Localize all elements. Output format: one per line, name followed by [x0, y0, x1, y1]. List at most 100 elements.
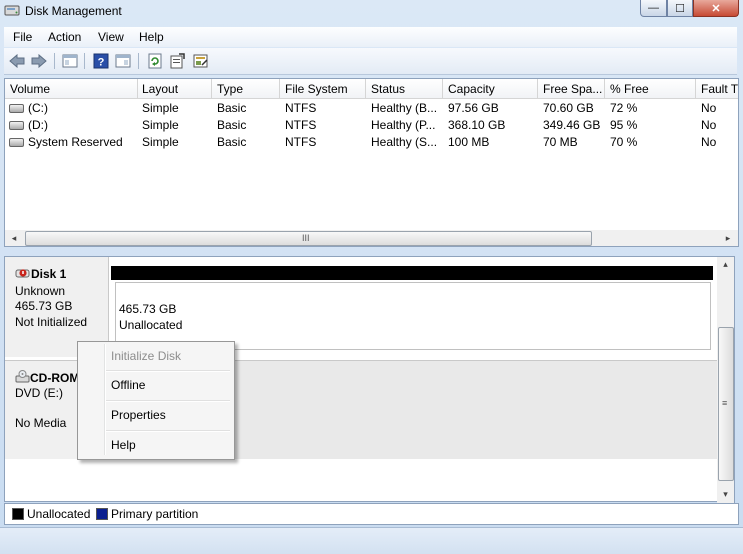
percent-free-cell: 95 % [610, 118, 638, 132]
volume-name: System Reserved [28, 135, 123, 149]
scroll-up-icon[interactable]: ▴ [720, 259, 731, 270]
export-icon[interactable] [192, 52, 210, 70]
column-header-type[interactable]: Type [212, 79, 280, 98]
percent-free-cell: 72 % [610, 101, 638, 115]
volume-list: Volume Layout Type File System Status Ca… [4, 78, 739, 231]
maximize-icon: ☐ [675, 2, 685, 15]
cd-rom-drive: DVD (E:) [15, 386, 63, 400]
help-icon[interactable]: ? [92, 52, 110, 70]
volume-name: (C:) [28, 101, 48, 115]
column-header-layout[interactable]: Layout [137, 79, 212, 98]
horizontal-scrollbar[interactable]: ◂ III ▸ [4, 230, 739, 247]
close-icon: ✕ [711, 2, 721, 15]
layout-cell: Simple [142, 135, 179, 149]
volume-list-header: Volume Layout Type File System Status Ca… [5, 79, 738, 99]
svg-text:?: ? [98, 57, 105, 69]
capacity-cell: 97.56 GB [448, 101, 499, 115]
scroll-left-icon[interactable]: ◂ [8, 232, 20, 244]
toolbar-separator [138, 53, 139, 69]
menu-item-offline[interactable]: Offline [80, 374, 230, 396]
drive-icon [9, 104, 24, 113]
scroll-grip: ≡ [722, 398, 728, 408]
disk-context-menu: Initialize Disk Offline Properties Help [77, 341, 235, 460]
vertical-scroll-thumb[interactable]: ≡ [718, 327, 734, 481]
file-system-cell: NTFS [285, 118, 317, 132]
column-header-free-space[interactable]: Free Spa... [538, 79, 605, 98]
volume-name: (D:) [28, 118, 48, 132]
maximize-button[interactable]: ☐ [667, 0, 693, 17]
back-arrow-icon[interactable] [8, 52, 26, 70]
scroll-right-icon[interactable]: ▸ [722, 232, 734, 244]
scroll-grip: III [302, 233, 310, 243]
file-system-cell: NTFS [285, 135, 317, 149]
free-space-cell: 70 MB [543, 135, 578, 149]
column-header-fault-tolerance[interactable]: Fault T [696, 79, 738, 98]
title-bar[interactable]: Disk Management — ☐ ✕ [0, 0, 743, 22]
caption-buttons: — ☐ ✕ [640, 0, 739, 17]
menu-file[interactable]: File [13, 30, 32, 44]
minimize-button[interactable]: — [640, 0, 667, 17]
status-bar [0, 527, 743, 554]
window-title: Disk Management [25, 4, 122, 18]
menu-separator [106, 370, 230, 372]
fault-tolerance-cell: No [701, 135, 717, 149]
show-action-pane-icon[interactable] [114, 52, 132, 70]
menu-help[interactable]: Help [139, 30, 164, 44]
type-cell: Basic [217, 135, 247, 149]
volume-row[interactable]: System Reserved Simple Basic NTFS Health… [5, 134, 738, 151]
scroll-down-icon[interactable]: ▾ [720, 489, 731, 500]
forward-arrow-icon[interactable] [30, 52, 48, 70]
cd-rom-media: No Media [15, 416, 67, 430]
vertical-scrollbar[interactable]: ▴ ≡ ▾ [717, 256, 735, 504]
menu-action[interactable]: Action [48, 30, 81, 44]
column-header-file-system[interactable]: File System [280, 79, 366, 98]
free-space-cell: 70.60 GB [543, 101, 594, 115]
properties-icon[interactable] [168, 52, 186, 70]
menu-separator [106, 400, 230, 402]
disk-1-title: Disk 1 [15, 267, 66, 281]
type-cell: Basic [217, 101, 247, 115]
status-cell: Healthy (P... [371, 118, 436, 132]
disk-1-name: Disk 1 [31, 267, 67, 281]
volume-cell: System Reserved [9, 134, 123, 151]
column-header-percent-free[interactable]: % Free [605, 79, 696, 98]
partition-label: Unallocated [119, 318, 183, 332]
refresh-icon[interactable] [146, 52, 164, 70]
column-header-status[interactable]: Status [366, 79, 443, 98]
layout-cell: Simple [142, 101, 179, 115]
menu-item-properties[interactable]: Properties [80, 404, 230, 426]
fault-tolerance-cell: No [701, 101, 717, 115]
cd-rom-title: CD-ROM [15, 370, 79, 385]
drive-icon [9, 121, 24, 130]
legend-primary-partition: Primary partition [111, 507, 199, 521]
primary-partition-swatch [96, 508, 108, 520]
status-cell: Healthy (B... [371, 101, 438, 115]
fault-tolerance-cell: No [701, 118, 717, 132]
menu-view[interactable]: View [98, 30, 124, 44]
toolbar: ? [4, 48, 737, 75]
show-hide-console-tree-icon[interactable] [61, 52, 79, 70]
toolbar-separator [84, 53, 85, 69]
volume-cell: (C:) [9, 100, 48, 117]
capacity-cell: 368.10 GB [448, 118, 506, 132]
unallocated-bar [111, 266, 713, 280]
minimize-icon: — [648, 2, 659, 14]
partition-size: 465.73 GB [119, 302, 177, 316]
horizontal-scroll-thumb[interactable]: III [25, 231, 592, 246]
unallocated-partition[interactable]: 465.73 GB Unallocated [115, 282, 711, 350]
disk-management-icon [4, 5, 20, 16]
type-cell: Basic [217, 118, 247, 132]
column-header-volume[interactable]: Volume [5, 79, 138, 98]
menu-item-initialize-disk[interactable]: Initialize Disk [80, 345, 230, 367]
uninitialized-disk-icon [15, 269, 30, 278]
menu-item-help[interactable]: Help [80, 434, 230, 456]
unallocated-swatch [12, 508, 24, 520]
volume-cell: (D:) [9, 117, 48, 134]
toolbar-separator [54, 53, 55, 69]
file-system-cell: NTFS [285, 101, 317, 115]
close-button[interactable]: ✕ [693, 0, 739, 17]
column-header-capacity[interactable]: Capacity [443, 79, 538, 98]
volume-row[interactable]: (D:) Simple Basic NTFS Healthy (P... 368… [5, 117, 738, 134]
legend: Unallocated Primary partition [4, 503, 739, 525]
volume-row[interactable]: (C:) Simple Basic NTFS Healthy (B... 97.… [5, 100, 738, 117]
